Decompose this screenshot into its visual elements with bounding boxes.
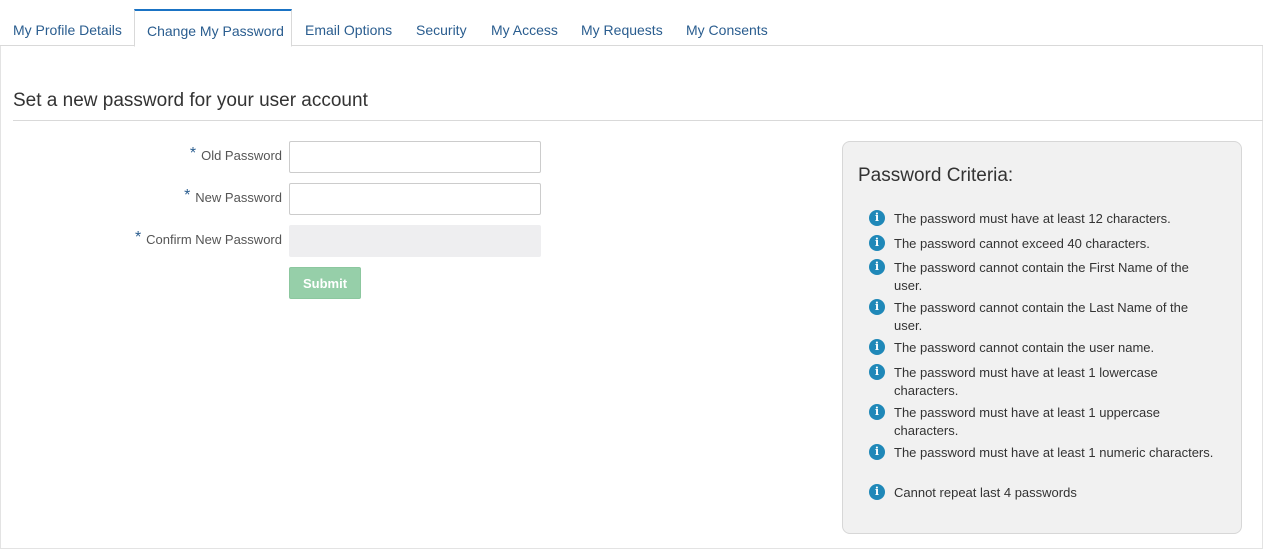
title-divider xyxy=(13,120,1263,121)
info-icon: i xyxy=(869,404,885,420)
required-marker: * xyxy=(134,229,142,246)
info-icon: i xyxy=(869,444,885,460)
tab-my-profile-details[interactable]: My Profile Details xyxy=(13,9,122,46)
confirm-password-label-text: Confirm New Password xyxy=(146,232,282,247)
confirm-password-label: * Confirm New Password xyxy=(134,229,282,248)
criteria-item-text: The password must have at least 1 upperc… xyxy=(894,405,1160,438)
tab-bar: My Profile Details Change My Password Em… xyxy=(0,0,1263,47)
old-password-label-text: Old Password xyxy=(201,148,282,163)
criteria-item-text: The password must have at least 12 chara… xyxy=(894,211,1171,226)
required-marker: * xyxy=(184,187,191,204)
criteria-item-text: The password cannot contain the user nam… xyxy=(894,340,1155,355)
page-title: Set a new password for your user account xyxy=(13,90,368,111)
info-icon: i xyxy=(869,339,885,355)
new-password-label: * New Password xyxy=(184,187,282,206)
required-marker: * xyxy=(189,145,197,162)
new-password-input[interactable] xyxy=(289,183,541,215)
password-criteria-panel: Password Criteria: i The password must h… xyxy=(842,141,1242,534)
tab-email-options[interactable]: Email Options xyxy=(305,9,392,46)
info-icon: i xyxy=(869,484,885,500)
submit-button[interactable]: Submit xyxy=(289,267,361,299)
info-icon: i xyxy=(869,364,885,380)
tab-my-requests[interactable]: My Requests xyxy=(581,9,663,46)
tab-my-access[interactable]: My Access xyxy=(491,9,558,46)
old-password-input[interactable] xyxy=(289,141,541,173)
criteria-item-text: The password cannot contain the First Na… xyxy=(894,260,1189,293)
tab-my-consents[interactable]: My Consents xyxy=(686,9,768,46)
tab-security[interactable]: Security xyxy=(416,9,467,46)
criteria-item-text: The password cannot contain the Last Nam… xyxy=(894,300,1189,333)
info-icon: i xyxy=(869,235,885,251)
old-password-label: * Old Password xyxy=(189,145,282,164)
new-password-label-text: New Password xyxy=(195,190,282,205)
criteria-title: Password Criteria: xyxy=(858,165,1014,186)
criteria-item-text: Cannot repeat last 4 passwords xyxy=(894,485,1077,500)
criteria-item-text: The password must have at least 1 lowerc… xyxy=(894,365,1158,398)
info-icon: i xyxy=(869,259,885,275)
criteria-item-text: The password must have at least 1 numeri… xyxy=(894,445,1214,460)
tab-change-my-password[interactable]: Change My Password xyxy=(134,9,292,47)
confirm-password-input[interactable] xyxy=(289,225,541,257)
info-icon: i xyxy=(869,299,885,315)
criteria-item-text: The password cannot exceed 40 characters… xyxy=(894,236,1150,251)
info-icon: i xyxy=(869,210,885,226)
